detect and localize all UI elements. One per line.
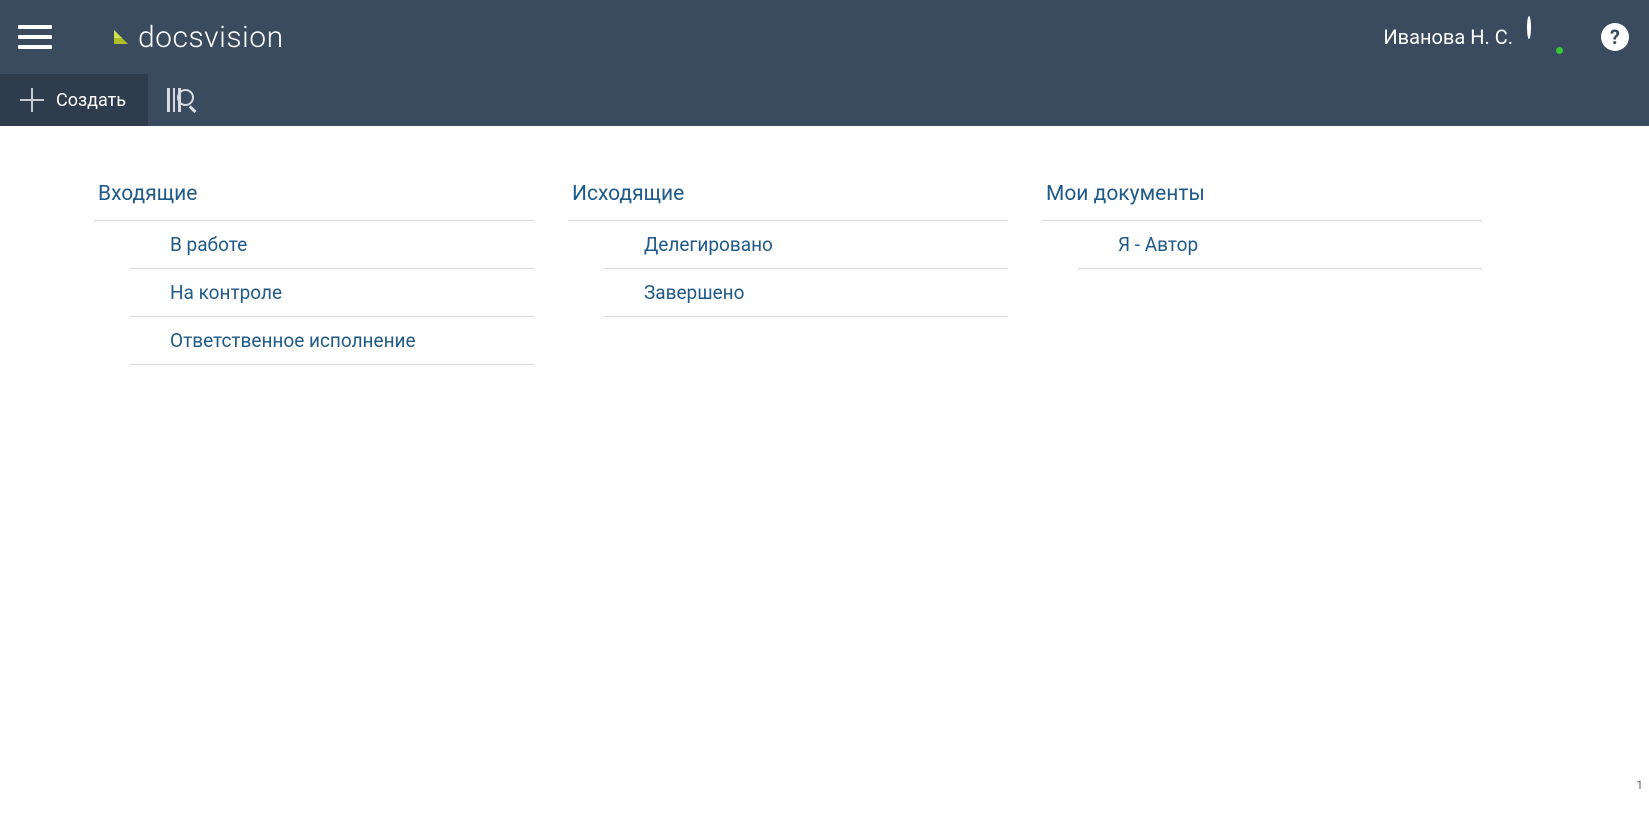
folder-link[interactable]: На контроле — [130, 269, 534, 317]
menu-icon[interactable] — [18, 19, 54, 55]
column-outgoing: Исходящие Делегировано Завершено — [568, 176, 1008, 365]
user-name: Иванова Н. С. — [1383, 25, 1513, 49]
create-button-label: Создать — [56, 90, 126, 111]
toolbar: Создать — [0, 74, 1649, 126]
folder-link[interactable]: Ответственное исполнение — [130, 317, 534, 365]
logo-text: docsvision — [138, 20, 284, 55]
avatar-image — [1527, 16, 1531, 39]
folder-link[interactable]: Завершено — [604, 269, 1008, 317]
help-icon[interactable]: ? — [1601, 23, 1629, 51]
barcode-search-button[interactable] — [148, 74, 218, 126]
column-header-outgoing[interactable]: Исходящие — [568, 176, 1008, 221]
folder-link[interactable]: В работе — [130, 221, 534, 269]
barcode-search-icon — [167, 88, 199, 112]
top-bar: docsvision Иванова Н. С. ? — [0, 0, 1649, 74]
page-footer-mark: 1 — [1636, 778, 1643, 792]
user-block[interactable]: Иванова Н. С. — [1383, 18, 1565, 56]
column-header-incoming[interactable]: Входящие — [94, 176, 534, 221]
avatar[interactable] — [1527, 18, 1565, 56]
create-button[interactable]: Создать — [0, 74, 148, 126]
app-logo[interactable]: docsvision — [112, 20, 284, 55]
presence-indicator-icon — [1554, 45, 1565, 56]
column-incoming: Входящие В работе На контроле Ответствен… — [94, 176, 534, 365]
column-header-my-docs[interactable]: Мои документы — [1042, 176, 1482, 221]
plus-icon — [20, 88, 44, 112]
folder-link[interactable]: Делегировано — [604, 221, 1008, 269]
column-my-docs: Мои документы Я - Автор — [1042, 176, 1482, 365]
dashboard-columns: Входящие В работе На контроле Ответствен… — [0, 126, 1649, 415]
folder-link[interactable]: Я - Автор — [1078, 221, 1482, 269]
logo-mark-icon — [112, 28, 130, 46]
